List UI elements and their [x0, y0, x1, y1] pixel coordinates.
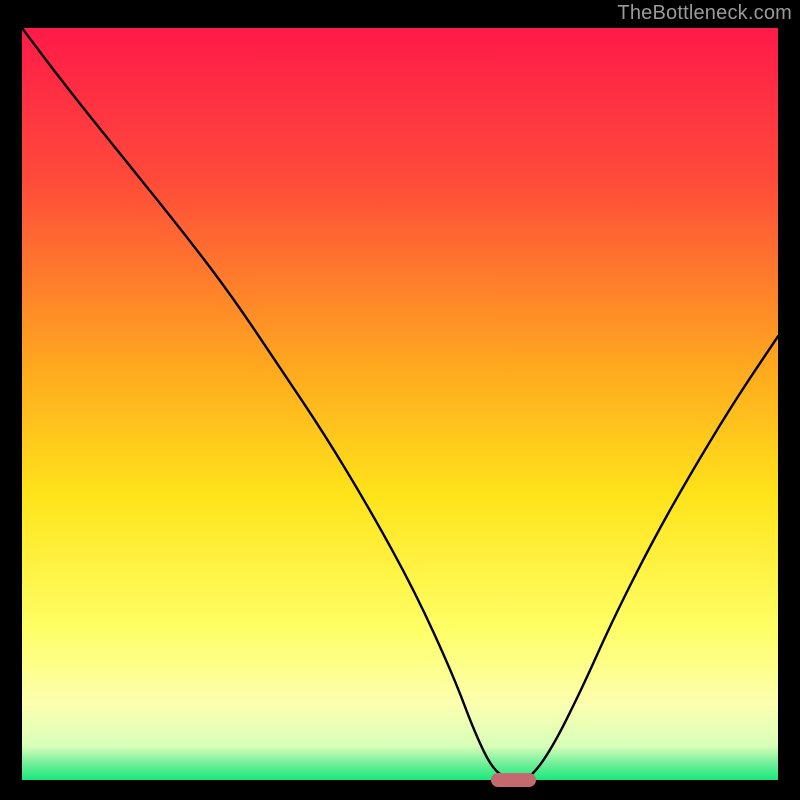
plot-area	[22, 28, 778, 780]
gradient-background	[22, 28, 778, 780]
chart-svg	[22, 28, 778, 780]
attribution-text: TheBottleneck.com	[617, 2, 792, 25]
optimal-marker	[491, 773, 536, 787]
chart-frame: TheBottleneck.com	[0, 0, 800, 800]
